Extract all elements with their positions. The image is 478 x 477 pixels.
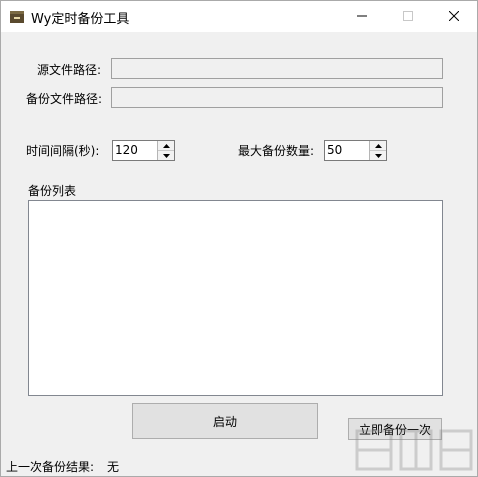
start-button[interactable]: 启动 (132, 403, 318, 439)
interval-spinner[interactable]: 120 (112, 140, 175, 161)
minimize-icon (357, 10, 367, 24)
arrow-down-icon[interactable] (370, 151, 386, 160)
arrow-up-icon[interactable] (370, 141, 386, 151)
maximize-button[interactable] (385, 1, 431, 32)
interval-spinner-arrows (157, 141, 174, 160)
folder-icon (9, 9, 25, 24)
backup-path-field[interactable] (111, 87, 443, 108)
max-backups-spinner[interactable]: 50 (324, 140, 387, 161)
interval-label: 时间间隔(秒): (26, 144, 100, 158)
backup-list[interactable] (28, 200, 443, 396)
window-title: Wy定时备份工具 (31, 12, 130, 27)
title-bar: Wy定时备份工具 (1, 1, 477, 32)
backup-list-label: 备份列表 (28, 184, 77, 198)
last-result-label: 上一次备份结果: (6, 460, 95, 474)
max-backups-value: 50 (327, 143, 343, 157)
watermark-logo (353, 425, 475, 475)
source-path-field[interactable] (111, 58, 443, 79)
arrow-up-icon[interactable] (158, 141, 174, 151)
app-window: Wy定时备份工具 源文件路径: 备份文件路径: 时间间隔(秒): 120 最大备… (0, 0, 478, 477)
last-result-value: 无 (107, 460, 120, 474)
close-button[interactable] (431, 1, 477, 32)
arrow-down-icon[interactable] (158, 151, 174, 160)
backup-path-label: 备份文件路径: (26, 92, 103, 106)
max-backups-label: 最大备份数量: (238, 144, 315, 158)
maximize-icon (403, 10, 413, 24)
max-backups-spinner-arrows (369, 141, 386, 160)
minimize-button[interactable] (339, 1, 385, 32)
start-button-label: 启动 (212, 414, 237, 429)
source-path-label: 源文件路径: (37, 63, 102, 77)
close-icon (448, 10, 460, 24)
interval-value: 120 (115, 143, 138, 157)
